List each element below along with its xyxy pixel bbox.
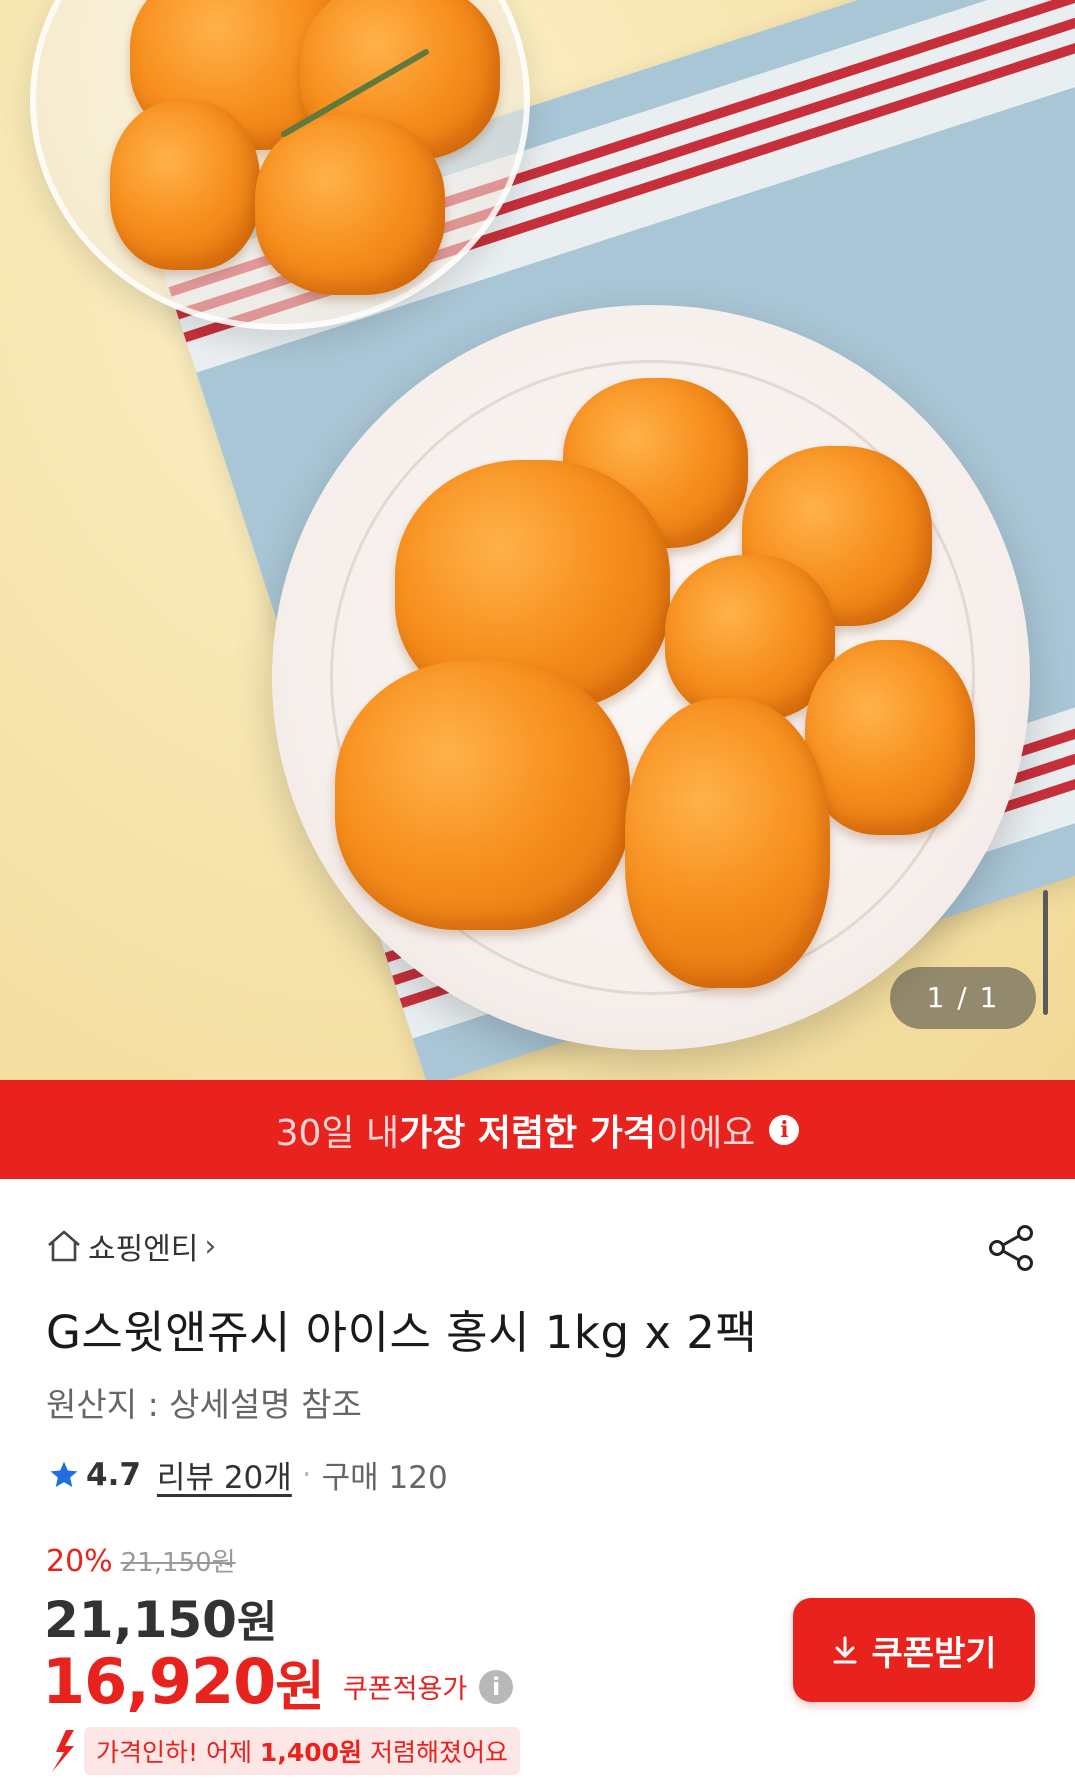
purchase-count: 구매 120 (321, 1460, 448, 1496)
get-coupon-label: 쿠폰받기 (871, 1633, 997, 1674)
lowest-price-banner[interactable]: 30일 내 가장 저렴한 가격 이에요 i (0, 1080, 1075, 1179)
persimmon-graphic (335, 660, 630, 930)
persimmon-graphic (625, 698, 830, 988)
original-price: 21,150원 (120, 1548, 236, 1578)
price-drop-text: 가격인하! 어제 1,400원 저렴해졌어요 (84, 1727, 520, 1775)
sale-price-unit: 원 (236, 1597, 278, 1648)
sale-price: 21,150원 (44, 1586, 277, 1650)
info-icon[interactable]: i (769, 1114, 800, 1145)
product-origin: 원산지 : 상세설명 참조 (46, 1385, 362, 1424)
rating-score: 4.7 (86, 1456, 141, 1493)
chevron-right-icon: › (204, 1228, 217, 1264)
coupon-price-amount: 16,920 (42, 1645, 276, 1718)
persimmon-graphic (665, 555, 835, 720)
discount-row: 20% 21,150원 (46, 1542, 236, 1579)
star-icon (50, 1461, 78, 1487)
image-counter: 1 / 1 (890, 967, 1036, 1029)
home-icon (48, 1230, 80, 1262)
banner-highlight: 가장 저렴한 가격 (399, 1112, 657, 1154)
get-coupon-button[interactable]: 쿠폰받기 (793, 1598, 1035, 1702)
product-title: G스윗앤쥬시 아이스 홍시 1kg x 2팩 (46, 1306, 758, 1359)
help-icon[interactable]: i (479, 1669, 514, 1704)
sale-price-amount: 21,150 (44, 1591, 237, 1649)
download-icon (833, 1636, 857, 1664)
rating-separator: · (301, 1456, 312, 1493)
persimmon-graphic (110, 100, 260, 270)
share-icon[interactable] (985, 1222, 1037, 1274)
discount-percent: 20% (46, 1544, 113, 1579)
review-link[interactable]: 리뷰 20개 (157, 1452, 292, 1497)
coupon-price: 16,920 원 쿠폰적용가 i (42, 1642, 514, 1721)
price-drop-notice: 가격인하! 어제 1,400원 저렴해졌어요 (44, 1726, 520, 1776)
down-arrow-icon (52, 1730, 74, 1772)
coupon-price-unit: 원 (275, 1655, 325, 1718)
store-link[interactable]: 쇼핑엔티 › (46, 1224, 216, 1268)
scroll-indicator[interactable] (1043, 890, 1048, 1015)
product-image[interactable]: 1 / 1 (0, 0, 1075, 1080)
rating-row: 4.7 리뷰 20개 · 구매 120 (48, 1452, 448, 1497)
persimmon-graphic (805, 640, 975, 835)
banner-suffix: 이에요 (656, 1112, 756, 1154)
store-name: 쇼핑엔티 (88, 1232, 199, 1267)
banner-prefix: 30일 내 (275, 1112, 400, 1154)
coupon-price-label: 쿠폰적용가 (342, 1674, 468, 1705)
persimmon-graphic (255, 115, 445, 295)
